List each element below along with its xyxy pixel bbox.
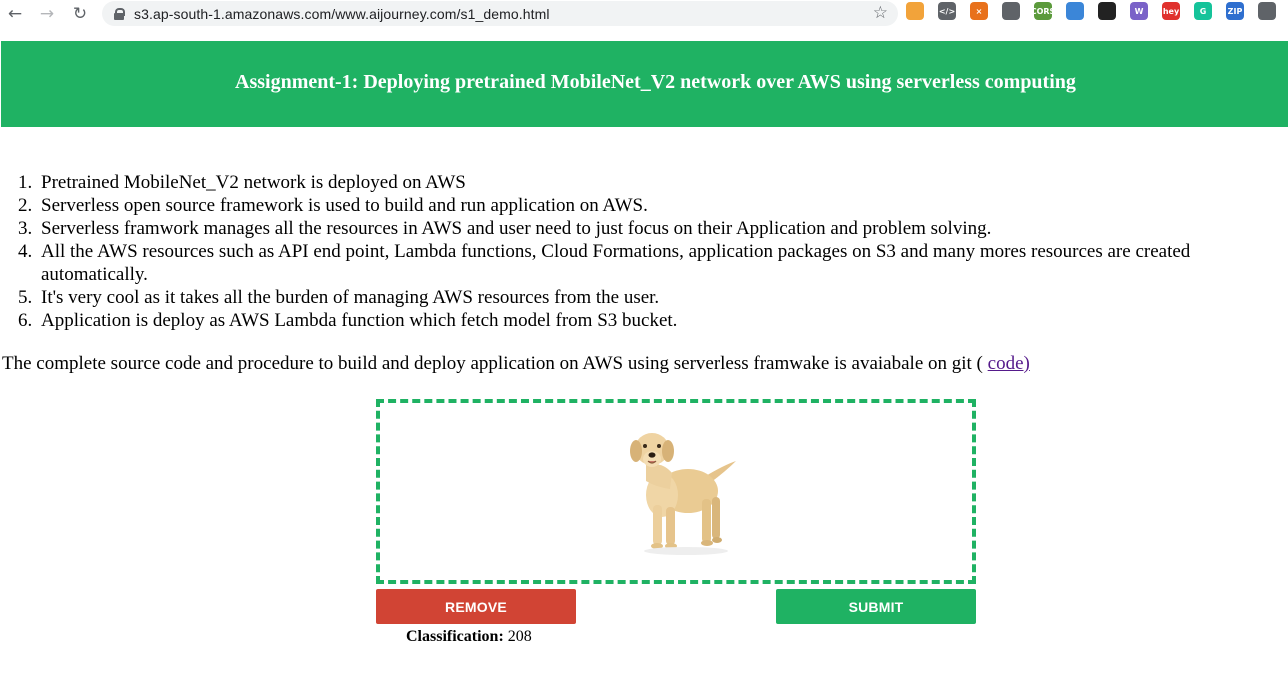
list-item-text: Serverless framwork manages all the reso… <box>41 218 992 239</box>
list-item-text: It's very cool as it takes all the burde… <box>41 287 660 308</box>
extension-wp-icon[interactable]: W <box>1130 2 1148 20</box>
forward-arrow-icon[interactable]: → <box>34 1 60 27</box>
extension-box-icon[interactable] <box>1098 2 1116 20</box>
code-link[interactable]: code) <box>988 353 1030 374</box>
classification-result: Classification: 208 <box>406 628 532 646</box>
page-header: Assignment-1: Deploying pretrained Mobil… <box>1 41 1288 127</box>
list-item: 5. It's very cool as it takes all the bur… <box>0 286 1288 309</box>
list-item-number: 1. <box>18 172 33 193</box>
submit-button[interactable]: SUBMIT <box>776 589 976 624</box>
list-item-number: 5. <box>18 287 33 308</box>
dog-image <box>630 433 736 555</box>
list-item: 6. Application is deploy as AWS Lambda fu… <box>0 309 1288 332</box>
source-code-note: The complete source code and procedure t… <box>2 352 1030 375</box>
lock-icon <box>114 7 125 20</box>
browser-toolbar: ← → ↻ s3.ap-south-1.amazonaws.com/www.ai… <box>0 0 1288 28</box>
list-item-text: All the AWS resources such as API end po… <box>41 241 1191 285</box>
remove-button[interactable]: REMOVE <box>376 589 576 624</box>
image-dropzone[interactable] <box>376 399 976 584</box>
extensions-bar: </> × CORS Whey G ZIP <box>906 2 1288 20</box>
list-item-number: 2. <box>18 195 33 216</box>
extension-orange-x-icon[interactable]: × <box>970 2 988 20</box>
reload-icon[interactable]: ↻ <box>67 1 93 27</box>
classification-label: Classification: <box>406 628 504 645</box>
list-item-text: Application is deploy as AWS Lambda func… <box>41 310 678 331</box>
list-item-text: Pretrained MobileNet_V2 network is deplo… <box>41 172 466 193</box>
extension-grammarly-icon[interactable]: G <box>1194 2 1212 20</box>
list-item: 2. Serverless open source framework is us… <box>0 194 1288 217</box>
bookmark-star-icon[interactable]: ☆ <box>873 3 888 23</box>
extension-pencil-icon[interactable] <box>906 2 924 20</box>
extension-gray-circle-icon[interactable] <box>1002 2 1020 20</box>
extension-cloud-icon[interactable] <box>1066 2 1084 20</box>
extension-hey-icon[interactable]: hey <box>1162 2 1180 20</box>
extension-puzzle-icon[interactable] <box>1258 2 1276 20</box>
list-item: 1. Pretrained MobileNet_V2 network is dep… <box>0 171 1288 194</box>
page-title: Assignment-1: Deploying pretrained Mobil… <box>235 71 1076 93</box>
list-item: 3. Serverless framwork manages all the re… <box>0 217 1288 240</box>
list-item: 4. All the AWS resources such as API end … <box>0 240 1288 286</box>
list-item-number: 6. <box>18 310 33 331</box>
list-item-text: Serverless open source framework is used… <box>41 195 648 216</box>
source-code-text: The complete source code and procedure t… <box>2 353 988 374</box>
address-bar[interactable]: s3.ap-south-1.amazonaws.com/www.aijourne… <box>102 1 898 26</box>
feature-list: 1. Pretrained MobileNet_V2 network is dep… <box>0 171 1288 332</box>
extension-cors-icon[interactable]: CORS <box>1031 2 1055 20</box>
url-text[interactable]: s3.ap-south-1.amazonaws.com/www.aijourne… <box>134 6 550 22</box>
list-item-number: 4. <box>18 241 33 262</box>
classification-value: 208 <box>507 628 532 645</box>
list-item-number: 3. <box>18 218 33 239</box>
extension-zip-icon[interactable]: ZIP <box>1226 2 1244 20</box>
extension-code-icon[interactable]: </> <box>938 2 956 20</box>
back-arrow-icon[interactable]: ← <box>2 1 28 27</box>
